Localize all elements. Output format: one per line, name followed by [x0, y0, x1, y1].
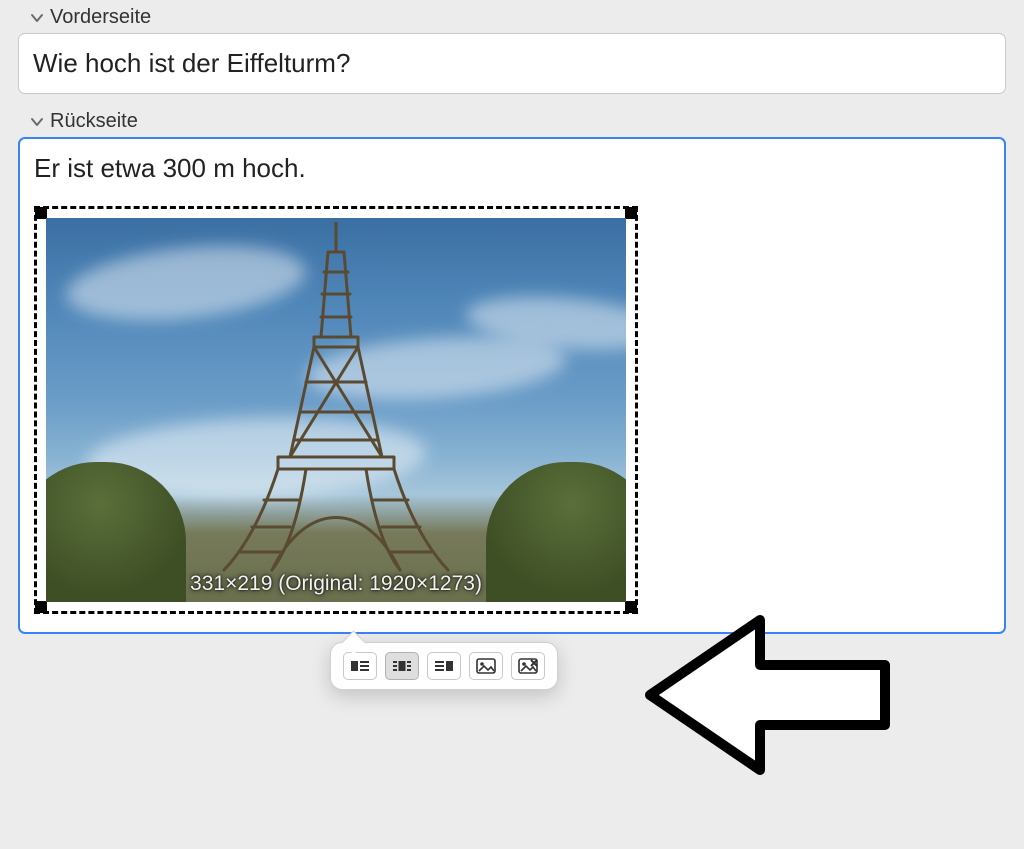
float-center-button[interactable] — [385, 652, 419, 680]
embedded-image[interactable]: 331×219 (Original: 1920×1273) — [46, 218, 626, 602]
resize-handle-top-right[interactable] — [625, 207, 637, 219]
back-header[interactable]: Rückseite — [18, 104, 1006, 137]
image-selection[interactable]: 331×219 (Original: 1920×1273) — [34, 206, 638, 614]
back-label: Rückseite — [50, 110, 138, 133]
back-editor[interactable]: Er ist etwa 300 m hoch. — [18, 137, 1006, 634]
front-input[interactable] — [18, 33, 1006, 94]
float-right-button[interactable] — [427, 652, 461, 680]
tutorial-arrow-icon — [640, 610, 900, 790]
back-section: Rückseite Er ist etwa 300 m hoch. — [0, 104, 1024, 634]
image-options-button[interactable] — [469, 652, 503, 680]
back-text: Er ist etwa 300 m hoch. — [34, 153, 990, 184]
resize-handle-bottom-right[interactable] — [625, 601, 637, 613]
eiffel-tower-icon — [206, 222, 466, 572]
resize-handle-bottom-left[interactable] — [35, 601, 47, 613]
chevron-down-icon — [24, 115, 50, 129]
image-remove-button[interactable] — [511, 652, 545, 680]
image-dimensions-overlay: 331×219 (Original: 1920×1273) — [190, 572, 482, 596]
front-section: Vorderseite — [0, 0, 1024, 94]
front-header[interactable]: Vorderseite — [18, 0, 1006, 33]
image-toolbar — [330, 642, 558, 690]
chevron-down-icon — [24, 11, 50, 25]
front-label: Vorderseite — [50, 6, 151, 29]
float-left-button[interactable] — [343, 652, 377, 680]
